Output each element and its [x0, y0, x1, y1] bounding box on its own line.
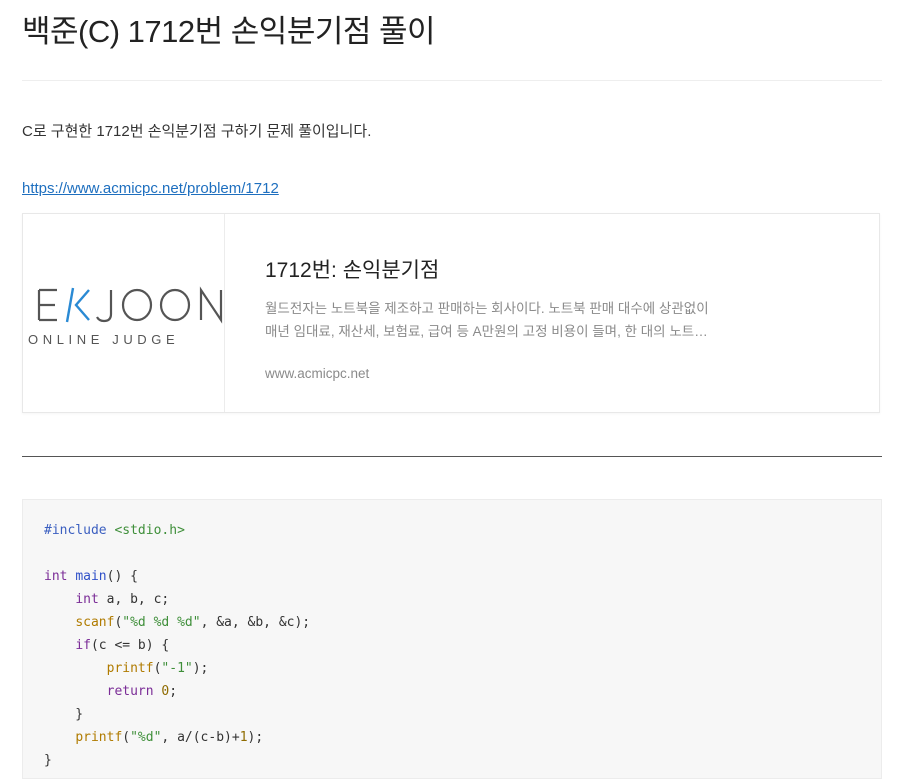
- card-description-line: 매년 임대료, 재산세, 보험료, 급여 등 A만원의 고정 비용이 들며, 한…: [265, 324, 708, 339]
- code-line: #include <stdio.h>: [44, 523, 185, 538]
- card-description-line: 월드전자는 노트북을 제조하고 판매하는 회사이다. 노트북 판매 대수에 상관…: [265, 301, 709, 316]
- code-line: int a, b, c;: [75, 592, 170, 607]
- code-line: printf("-1");: [106, 661, 209, 676]
- card-title: 1712번: 손익분기점: [265, 259, 440, 282]
- post-intro: C로 구현한 1712번 손익분기점 구하기 문제 풀이입니다.: [22, 123, 372, 140]
- baekjoon-logo: ONLINE JUDGE: [23, 214, 225, 412]
- post-title: 백준(C) 1712번 손익분기점 풀이: [22, 14, 436, 49]
- card-description: 월드전자는 노트북을 제조하고 판매하는 회사이다. 노트북 판매 대수에 상관…: [265, 297, 735, 343]
- logo-subtitle: ONLINE JUDGE: [28, 332, 179, 347]
- code-line: printf("%d", a/(c-b)+1);: [75, 730, 264, 745]
- problem-link[interactable]: https://www.acmicpc.net/problem/1712: [22, 177, 279, 201]
- code-block: #include <stdio.h> int main() { int a, b…: [22, 499, 882, 779]
- code-line: }: [44, 753, 52, 768]
- section-divider: [22, 456, 882, 457]
- code-line: return 0;: [106, 684, 178, 699]
- code-line: }: [44, 707, 84, 722]
- card-host: www.acmicpc.net: [265, 366, 370, 381]
- code-content: #include <stdio.h> int main() { int a, b…: [44, 519, 310, 772]
- code-line: int main() {: [44, 569, 138, 584]
- link-preview-card[interactable]: ONLINE JUDGE 1712번: 손익분기점 월드전자는 노트북을 제조하…: [22, 213, 880, 413]
- title-divider: [22, 80, 882, 81]
- baekjoon-logo-icon: ONLINE JUDGE: [28, 286, 223, 347]
- code-line: if(c <= b) {: [75, 638, 170, 653]
- code-line: scanf("%d %d %d", &a, &b, &c);: [75, 615, 311, 630]
